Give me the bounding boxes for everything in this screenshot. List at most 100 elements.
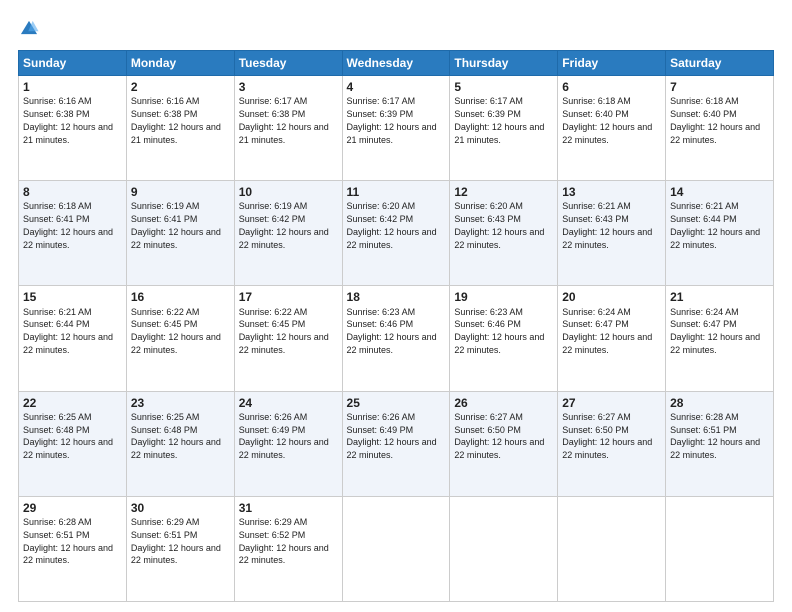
cell-info: Sunrise: 6:17 AMSunset: 6:38 PMDaylight:… [239, 96, 329, 144]
calendar-table: SundayMondayTuesdayWednesdayThursdayFrid… [18, 50, 774, 602]
day-number: 8 [23, 184, 122, 200]
day-number: 6 [562, 79, 661, 95]
day-number: 3 [239, 79, 338, 95]
day-number: 9 [131, 184, 230, 200]
calendar-cell [666, 496, 774, 601]
calendar-cell: 17 Sunrise: 6:22 AMSunset: 6:45 PMDayligh… [234, 286, 342, 391]
calendar-cell: 19 Sunrise: 6:23 AMSunset: 6:46 PMDayligh… [450, 286, 558, 391]
day-number: 11 [347, 184, 446, 200]
cell-info: Sunrise: 6:16 AMSunset: 6:38 PMDaylight:… [131, 96, 221, 144]
day-number: 25 [347, 395, 446, 411]
calendar-cell: 9Sunrise: 6:19 AMSunset: 6:41 PMDaylight… [126, 181, 234, 286]
cell-info: Sunrise: 6:25 AMSunset: 6:48 PMDaylight:… [23, 412, 113, 460]
calendar-cell: 18 Sunrise: 6:23 AMSunset: 6:46 PMDayligh… [342, 286, 450, 391]
calendar-cell: 3Sunrise: 6:17 AMSunset: 6:38 PMDaylight… [234, 76, 342, 181]
day-number: 31 [239, 500, 338, 516]
column-header-friday: Friday [558, 51, 666, 76]
calendar-cell: 8Sunrise: 6:18 AMSunset: 6:41 PMDaylight… [19, 181, 127, 286]
cell-info: Sunrise: 6:21 AMSunset: 6:44 PMDaylight:… [23, 307, 113, 355]
calendar-cell: 31Sunrise: 6:29 AMSunset: 6:52 PMDayligh… [234, 496, 342, 601]
cell-info: Sunrise: 6:23 AMSunset: 6:46 PMDaylight:… [454, 307, 544, 355]
day-number: 22 [23, 395, 122, 411]
column-header-saturday: Saturday [666, 51, 774, 76]
calendar-cell: 15Sunrise: 6:21 AMSunset: 6:44 PMDayligh… [19, 286, 127, 391]
calendar-cell: 13Sunrise: 6:21 AMSunset: 6:43 PMDayligh… [558, 181, 666, 286]
header-row: SundayMondayTuesdayWednesdayThursdayFrid… [19, 51, 774, 76]
calendar-cell: 11Sunrise: 6:20 AMSunset: 6:42 PMDayligh… [342, 181, 450, 286]
cell-info: Sunrise: 6:21 AMSunset: 6:43 PMDaylight:… [562, 201, 652, 249]
day-number: 1 [23, 79, 122, 95]
column-header-monday: Monday [126, 51, 234, 76]
week-row-2: 8Sunrise: 6:18 AMSunset: 6:41 PMDaylight… [19, 181, 774, 286]
week-row-3: 15Sunrise: 6:21 AMSunset: 6:44 PMDayligh… [19, 286, 774, 391]
cell-info: Sunrise: 6:18 AMSunset: 6:40 PMDaylight:… [670, 96, 760, 144]
column-header-thursday: Thursday [450, 51, 558, 76]
calendar-cell: 4Sunrise: 6:17 AMSunset: 6:39 PMDaylight… [342, 76, 450, 181]
day-number: 2 [131, 79, 230, 95]
day-number: 20 [562, 289, 661, 305]
day-number: 10 [239, 184, 338, 200]
cell-info: Sunrise: 6:18 AMSunset: 6:41 PMDaylight:… [23, 201, 113, 249]
logo [18, 18, 44, 40]
cell-info: Sunrise: 6:20 AMSunset: 6:43 PMDaylight:… [454, 201, 544, 249]
calendar-cell: 25Sunrise: 6:26 AMSunset: 6:49 PMDayligh… [342, 391, 450, 496]
cell-info: Sunrise: 6:29 AMSunset: 6:52 PMDaylight:… [239, 517, 329, 565]
cell-info: Sunrise: 6:20 AMSunset: 6:42 PMDaylight:… [347, 201, 437, 249]
day-number: 23 [131, 395, 230, 411]
cell-info: Sunrise: 6:28 AMSunset: 6:51 PMDaylight:… [670, 412, 760, 460]
cell-info: Sunrise: 6:28 AMSunset: 6:51 PMDaylight:… [23, 517, 113, 565]
day-number: 18 [347, 289, 446, 305]
cell-info: Sunrise: 6:26 AMSunset: 6:49 PMDaylight:… [347, 412, 437, 460]
day-number: 24 [239, 395, 338, 411]
calendar-cell: 14Sunrise: 6:21 AMSunset: 6:44 PMDayligh… [666, 181, 774, 286]
calendar-cell: 23Sunrise: 6:25 AMSunset: 6:48 PMDayligh… [126, 391, 234, 496]
cell-info: Sunrise: 6:17 AMSunset: 6:39 PMDaylight:… [347, 96, 437, 144]
calendar-cell: 21 Sunrise: 6:24 AMSunset: 6:47 PMDayligh… [666, 286, 774, 391]
column-header-wednesday: Wednesday [342, 51, 450, 76]
calendar-cell: 10Sunrise: 6:19 AMSunset: 6:42 PMDayligh… [234, 181, 342, 286]
calendar-cell: 5Sunrise: 6:17 AMSunset: 6:39 PMDaylight… [450, 76, 558, 181]
day-number: 16 [131, 289, 230, 305]
day-number: 27 [562, 395, 661, 411]
logo-icon [18, 18, 40, 40]
cell-info: Sunrise: 6:24 AMSunset: 6:47 PMDaylight:… [562, 307, 652, 355]
cell-info: Sunrise: 6:19 AMSunset: 6:42 PMDaylight:… [239, 201, 329, 249]
cell-info: Sunrise: 6:22 AMSunset: 6:45 PMDaylight:… [239, 307, 329, 355]
calendar-cell [342, 496, 450, 601]
calendar-cell: 20 Sunrise: 6:24 AMSunset: 6:47 PMDayligh… [558, 286, 666, 391]
calendar-cell: 29Sunrise: 6:28 AMSunset: 6:51 PMDayligh… [19, 496, 127, 601]
column-header-tuesday: Tuesday [234, 51, 342, 76]
day-number: 5 [454, 79, 553, 95]
day-number: 28 [670, 395, 769, 411]
calendar-cell: 16Sunrise: 6:22 AMSunset: 6:45 PMDayligh… [126, 286, 234, 391]
calendar-cell: 24Sunrise: 6:26 AMSunset: 6:49 PMDayligh… [234, 391, 342, 496]
cell-info: Sunrise: 6:24 AMSunset: 6:47 PMDaylight:… [670, 307, 760, 355]
cell-info: Sunrise: 6:27 AMSunset: 6:50 PMDaylight:… [454, 412, 544, 460]
calendar-cell [558, 496, 666, 601]
week-row-5: 29Sunrise: 6:28 AMSunset: 6:51 PMDayligh… [19, 496, 774, 601]
cell-info: Sunrise: 6:17 AMSunset: 6:39 PMDaylight:… [454, 96, 544, 144]
cell-info: Sunrise: 6:25 AMSunset: 6:48 PMDaylight:… [131, 412, 221, 460]
calendar-cell: 22Sunrise: 6:25 AMSunset: 6:48 PMDayligh… [19, 391, 127, 496]
week-row-1: 1 Sunrise: 6:16 AMSunset: 6:38 PMDaylight… [19, 76, 774, 181]
day-number: 7 [670, 79, 769, 95]
day-number: 13 [562, 184, 661, 200]
day-number: 17 [239, 289, 338, 305]
calendar-cell: 7Sunrise: 6:18 AMSunset: 6:40 PMDaylight… [666, 76, 774, 181]
day-number: 12 [454, 184, 553, 200]
cell-info: Sunrise: 6:29 AMSunset: 6:51 PMDaylight:… [131, 517, 221, 565]
page: SundayMondayTuesdayWednesdayThursdayFrid… [0, 0, 792, 612]
cell-info: Sunrise: 6:19 AMSunset: 6:41 PMDaylight:… [131, 201, 221, 249]
day-number: 19 [454, 289, 553, 305]
calendar-cell: 2Sunrise: 6:16 AMSunset: 6:38 PMDaylight… [126, 76, 234, 181]
calendar-cell [450, 496, 558, 601]
day-number: 14 [670, 184, 769, 200]
calendar-cell: 26Sunrise: 6:27 AMSunset: 6:50 PMDayligh… [450, 391, 558, 496]
header [18, 18, 774, 40]
column-header-sunday: Sunday [19, 51, 127, 76]
week-row-4: 22Sunrise: 6:25 AMSunset: 6:48 PMDayligh… [19, 391, 774, 496]
calendar-cell: 6Sunrise: 6:18 AMSunset: 6:40 PMDaylight… [558, 76, 666, 181]
day-number: 21 [670, 289, 769, 305]
day-number: 30 [131, 500, 230, 516]
cell-info: Sunrise: 6:23 AMSunset: 6:46 PMDaylight:… [347, 307, 437, 355]
